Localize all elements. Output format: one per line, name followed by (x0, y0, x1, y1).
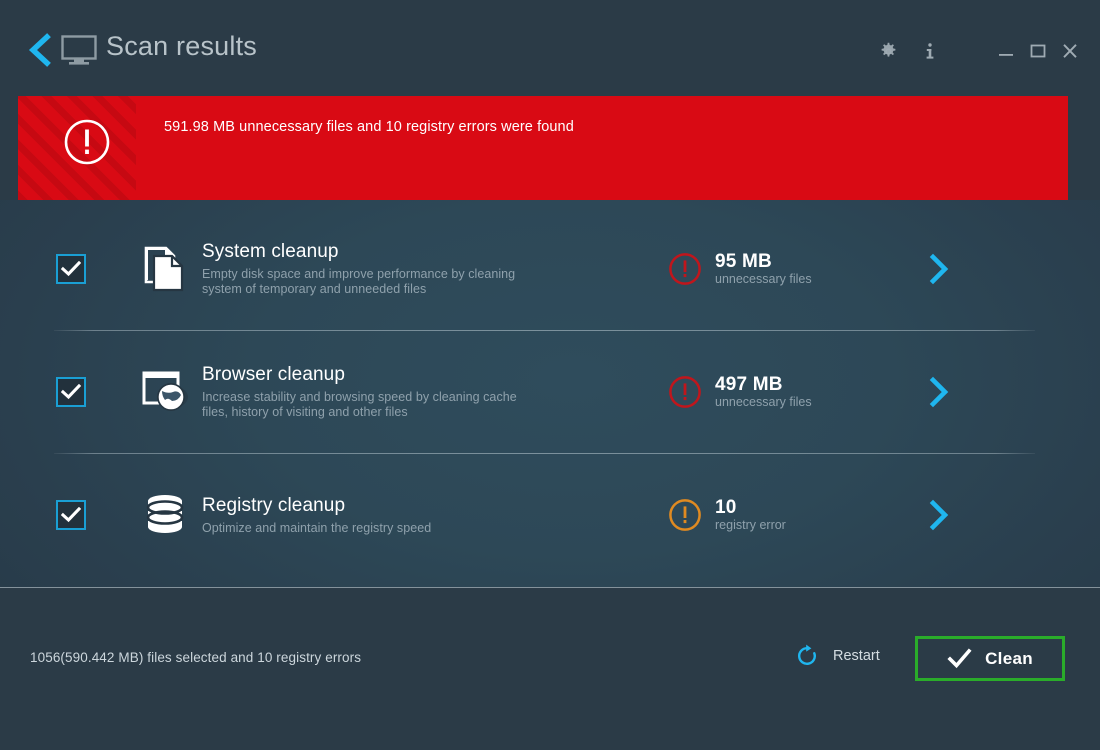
row-text-system-cleanup: System cleanup Empty disk space and impr… (202, 241, 622, 297)
scan-row-system-cleanup[interactable]: System cleanup Empty disk space and impr… (0, 208, 1100, 330)
row-description-line2: system of temporary and unneeded files (202, 282, 427, 296)
restart-label: Restart (833, 648, 880, 664)
close-button[interactable] (1054, 36, 1086, 66)
exclamation-circle-icon (668, 375, 702, 409)
scan-row-registry-cleanup[interactable]: Registry cleanup Optimize and maintain t… (0, 454, 1100, 576)
scan-row-browser-cleanup[interactable]: Browser cleanup Increase stability and b… (0, 331, 1100, 453)
minimize-button[interactable] (990, 36, 1022, 66)
maximize-button[interactable] (1022, 36, 1054, 66)
scan-results-window: Scan results 591.98 MB unnecessary files… (0, 0, 1100, 750)
row-status-registry-cleanup: 10 registry error (668, 497, 786, 533)
row-status-sublabel: registry error (715, 518, 786, 532)
row-description-line2: files, history of visiting and other fil… (202, 405, 408, 419)
page-title: Scan results (106, 31, 257, 61)
database-icon (138, 488, 192, 542)
exclamation-circle-icon (63, 118, 111, 166)
row-status-sublabel: unnecessary files (715, 272, 812, 286)
row-description-line1: Increase stability and browsing speed by… (202, 390, 517, 404)
row-title: Browser cleanup (202, 364, 346, 385)
row-description: Empty disk space and improve performance… (202, 267, 622, 297)
chevron-right-icon[interactable] (925, 376, 953, 408)
row-title: Registry cleanup (202, 494, 346, 516)
checkbox-browser-cleanup[interactable] (56, 377, 86, 407)
selection-summary: 1056(590.442 MB) files selected and 10 r… (30, 650, 362, 665)
chevron-right-icon[interactable] (925, 253, 953, 285)
exclamation-circle-icon (668, 252, 702, 286)
row-status-value: 10 (715, 497, 737, 518)
row-status-value: 497 MB (715, 374, 783, 395)
back-button[interactable] (26, 31, 54, 69)
scan-results-list: System cleanup Empty disk space and impr… (0, 200, 1100, 587)
clean-label: Clean (985, 648, 1033, 668)
row-text-browser-cleanup: Browser cleanup Increase stability and b… (202, 364, 622, 420)
row-status-sublabel: unnecessary files (715, 395, 812, 409)
monitor-icon (60, 34, 98, 66)
checkbox-registry-cleanup[interactable] (56, 500, 86, 530)
row-status-system-cleanup: 95 MB unnecessary files (668, 251, 812, 287)
row-description-line1: Empty disk space and improve performance… (202, 267, 516, 281)
row-status-value: 95 MB (715, 251, 772, 272)
window-controls (872, 36, 1100, 66)
gear-icon[interactable] (872, 36, 904, 66)
checkbox-system-cleanup[interactable] (56, 254, 86, 284)
row-text-registry-cleanup: Registry cleanup Optimize and maintain t… (202, 495, 622, 536)
row-description-line1: Optimize and maintain the registry speed (202, 520, 432, 535)
clean-button[interactable]: Clean (915, 636, 1065, 681)
row-status-browser-cleanup: 497 MB unnecessary files (668, 374, 812, 410)
alert-banner: 591.98 MB unnecessary files and 10 regis… (18, 96, 1068, 200)
chevron-right-icon[interactable] (925, 499, 953, 531)
browser-globe-icon (138, 365, 192, 419)
row-description: Increase stability and browsing speed by… (202, 390, 622, 420)
row-title: System cleanup (202, 241, 339, 262)
alert-message: 591.98 MB unnecessary files and 10 regis… (164, 119, 574, 135)
titlebar: Scan results (0, 0, 1100, 92)
restart-button[interactable]: Restart (795, 644, 880, 668)
documents-icon (138, 242, 192, 296)
check-icon (947, 646, 972, 671)
exclamation-circle-icon (668, 498, 702, 532)
info-icon[interactable] (914, 36, 946, 66)
refresh-icon (795, 644, 819, 668)
row-description: Optimize and maintain the registry speed (202, 521, 622, 536)
